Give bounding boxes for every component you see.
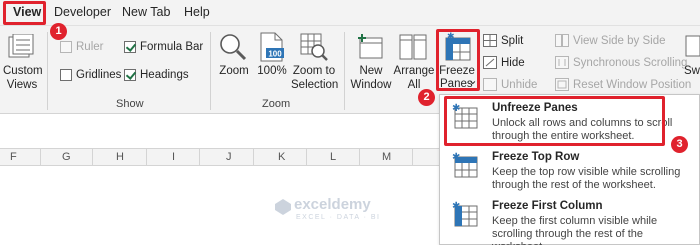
freeze-first-column-title: Freeze First Column — [492, 200, 603, 212]
sync-scroll-icon — [555, 56, 569, 69]
custom-views-label-1: Custom — [3, 65, 43, 77]
watermark-tagline: EXCEL · DATA · BI — [296, 214, 381, 221]
side-by-side-icon — [555, 34, 569, 47]
freeze-first-column-icon: ✱ — [452, 201, 478, 227]
new-window-label-2: Window — [350, 79, 392, 91]
svg-text:✱: ✱ — [452, 152, 460, 163]
column-divider — [199, 149, 200, 166]
magnifier-icon — [220, 34, 247, 61]
menu-item-freeze-top-row[interactable]: ✱ Freeze Top Row Keep the top row visibl… — [440, 146, 699, 194]
formula-bar-check-box — [124, 41, 136, 53]
column-header[interactable]: I — [172, 151, 175, 163]
svg-text:✱: ✱ — [452, 201, 460, 212]
unhide-icon — [483, 78, 497, 91]
group-separator — [344, 32, 345, 110]
step-marker-2: 2 — [418, 89, 435, 106]
column-divider — [253, 149, 254, 166]
arrange-all-icon — [399, 34, 427, 60]
tab-new-tab[interactable]: New Tab — [122, 5, 170, 19]
column-divider — [146, 149, 147, 166]
freeze-top-row-title: Freeze Top Row — [492, 151, 580, 163]
headings-check-box — [124, 69, 136, 81]
svg-text:100: 100 — [268, 50, 282, 59]
custom-views-icon — [8, 34, 34, 58]
switch-windows-label: Swi — [684, 65, 700, 77]
column-header[interactable]: G — [62, 151, 71, 163]
synchronous-scrolling-label: Synchronous Scrolling — [573, 57, 688, 69]
view-side-by-side-label: View Side by Side — [573, 35, 666, 47]
hide-label: Hide — [501, 57, 525, 69]
tab-help[interactable]: Help — [184, 5, 210, 19]
column-divider — [92, 149, 93, 166]
gridlines-check-box — [60, 69, 72, 81]
unhide-label: Unhide — [501, 79, 538, 91]
watermark-name: exceldemy — [294, 196, 371, 213]
group-separator — [210, 32, 211, 110]
column-header[interactable]: J — [226, 151, 232, 163]
highlight-view-tab — [3, 1, 46, 25]
column-divider — [359, 149, 360, 166]
column-divider — [306, 149, 307, 166]
zoom-to-selection-icon — [300, 33, 328, 61]
arrange-all-label-1: Arrange — [393, 65, 435, 77]
group-separator — [47, 32, 48, 110]
zoom-100-icon: 100 — [260, 32, 284, 62]
column-header[interactable]: F — [10, 151, 17, 163]
zoom-label: Zoom — [219, 65, 249, 77]
zoom-100-label: 100% — [257, 65, 287, 77]
reset-window-icon — [555, 78, 569, 91]
highlight-unfreeze-panes — [444, 96, 665, 146]
custom-views-label-2: Views — [6, 79, 38, 91]
reset-window-position-label: Reset Window Position — [573, 79, 692, 91]
switch-windows-icon — [685, 35, 700, 57]
split-icon — [483, 34, 497, 47]
new-window-label-1: New — [359, 65, 383, 77]
zoom-to-selection-label-1: Zoom to — [292, 65, 336, 77]
column-header[interactable]: L — [330, 151, 336, 163]
zoom-to-selection-label-2: Selection — [291, 79, 339, 91]
highlight-freeze-panes — [436, 29, 480, 91]
hide-icon — [483, 56, 497, 69]
column-divider — [40, 149, 41, 166]
ruler-label: Ruler — [76, 41, 104, 53]
freeze-top-row-icon: ✱ — [452, 152, 478, 178]
column-header[interactable]: H — [116, 151, 124, 163]
freeze-first-column-description: Keep the first column visible while scro… — [492, 215, 658, 245]
ruler-check-box — [60, 41, 72, 53]
zoom-group-label: Zoom — [262, 98, 291, 110]
step-marker-1: 1 — [50, 23, 67, 40]
ribbon-tab-bar: View Developer New Tab Help — [0, 0, 700, 26]
gridlines-label: Gridlines — [76, 69, 122, 81]
show-group-label: Show — [116, 98, 144, 110]
exceldemy-logo-icon — [275, 199, 291, 215]
column-header[interactable]: M — [382, 151, 391, 163]
column-header[interactable]: K — [278, 151, 285, 163]
split-label: Split — [501, 35, 524, 47]
new-window-icon — [358, 34, 383, 59]
freeze-top-row-description: Keep the top row visible while scrolling… — [492, 166, 681, 191]
column-divider — [412, 149, 413, 166]
tab-developer[interactable]: Developer — [54, 5, 111, 19]
step-marker-3: 3 — [671, 136, 688, 153]
headings-label: Headings — [140, 69, 189, 81]
formula-bar-label: Formula Bar — [140, 41, 204, 53]
menu-item-freeze-first-column[interactable]: ✱ Freeze First Column Keep the first col… — [440, 195, 699, 245]
